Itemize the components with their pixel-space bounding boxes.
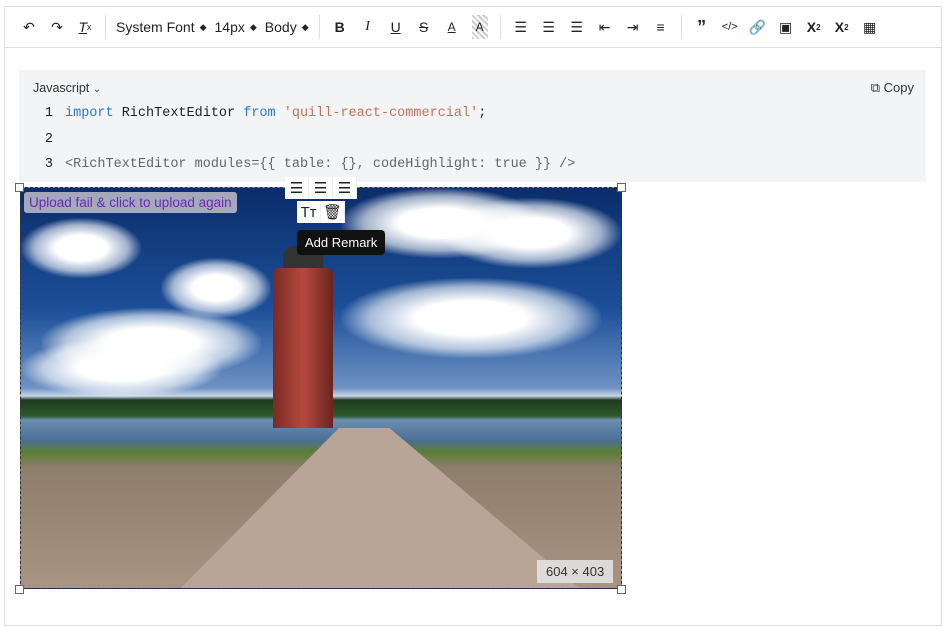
code-text: <RichTextEditor modules={{ table: {}, co… [65,157,576,172]
superscript-icon[interactable]: X2 [828,15,856,39]
align-center-icon[interactable]: ☰ [309,177,333,199]
divider [680,15,682,39]
trash-icon[interactable]: 🗑 [321,201,345,223]
align-left-icon[interactable]: ☰ [285,177,309,199]
resize-handle[interactable] [15,585,24,594]
line-number: 3 [44,157,53,172]
code-line: 3 <RichTextEditor modules={{ table: {}, c… [39,157,576,172]
italic-icon[interactable]: I [354,15,382,39]
string: 'quill-react-commercial' [283,106,479,121]
divider [499,15,501,39]
resize-handle[interactable] [15,183,24,192]
code-text: RichTextEditor [113,106,244,121]
link-icon[interactable]: 🔗 [744,15,772,39]
heading-select[interactable]: Body ◆ [261,15,313,39]
check-list-icon[interactable]: ☰ [563,15,591,39]
resize-handle[interactable] [617,183,626,192]
copy-label: Copy [883,80,914,95]
ordered-list-icon[interactable]: ☰ [507,15,535,39]
cloud [441,198,621,268]
copy-icon: ⧉ [870,80,881,95]
image-actions: Tт 🗑 [297,201,345,223]
underline-icon[interactable]: U [382,15,410,39]
clear-format-icon[interactable]: Tx [71,15,99,39]
updown-icon: ◆ [249,21,257,32]
size-select[interactable]: 14px ◆ [211,15,261,39]
bullet-list-icon[interactable]: ☰ [535,15,563,39]
line-number: 2 [44,132,53,147]
heading-value: Body [264,19,297,35]
keyword: from [243,106,276,121]
code-line: 1 import RichTextEditor from 'quill-react… [39,106,486,121]
line-number: 1 [44,106,53,121]
code-block-icon[interactable]: </> [716,15,744,39]
table-icon[interactable]: ▦ [856,15,884,39]
chevron-down-icon: ⌄ [92,84,102,95]
font-value: System Font [116,19,195,35]
lighthouse-tower [273,268,333,428]
subscript-icon[interactable]: X2 [800,15,828,39]
upload-retry-button[interactable]: Upload fail & click to upload again [24,192,237,213]
bold-icon[interactable]: B [326,15,354,39]
background-color-icon[interactable]: A [471,15,488,39]
updown-icon: ◆ [301,21,309,32]
image-size-badge: 604 × 403 [537,560,614,583]
size-value: 14px [214,19,245,35]
cloud [21,218,141,278]
code-block[interactable]: Javascript ⌄ ⧉ Copy 1 import RichTextEdit… [19,70,926,182]
indent-icon[interactable]: ⇥ [619,15,647,39]
path [171,428,591,588]
keyword: import [65,106,114,121]
code-text: ; [478,106,487,121]
image-icon[interactable]: ▣ [772,15,800,39]
redo-icon[interactable]: ↷ [43,15,71,39]
tooltip: Add Remark [297,230,386,255]
undo-icon[interactable]: ↶ [15,15,43,39]
divider [318,15,320,39]
toolbar: ↶ ↷ Tx System Font ◆ 14px ◆ Body ◆ B I U S … [5,7,941,48]
outdent-icon[interactable]: ⇤ [591,15,619,39]
language-value: Javascript [33,81,90,95]
copy-button[interactable]: ⧉ Copy [871,80,914,96]
language-select[interactable]: Javascript ⌄ [33,81,101,95]
font-select[interactable]: System Font ◆ [112,15,211,39]
remark-icon[interactable]: Tт [297,201,321,223]
code-line: 2 [39,132,65,147]
strike-icon[interactable]: S [410,15,438,39]
align-icon[interactable]: ≡ [647,15,675,39]
resize-handle[interactable] [617,585,626,594]
blockquote-icon[interactable]: ” [688,15,716,39]
updown-icon: ◆ [199,21,207,32]
text-color-icon[interactable]: A [438,15,466,39]
align-right-icon[interactable]: ☰ [333,177,357,199]
image-align-toolbar: ☰ ☰ ☰ [285,177,357,199]
cloud [341,278,601,358]
cloud [21,338,221,398]
divider [105,15,106,39]
